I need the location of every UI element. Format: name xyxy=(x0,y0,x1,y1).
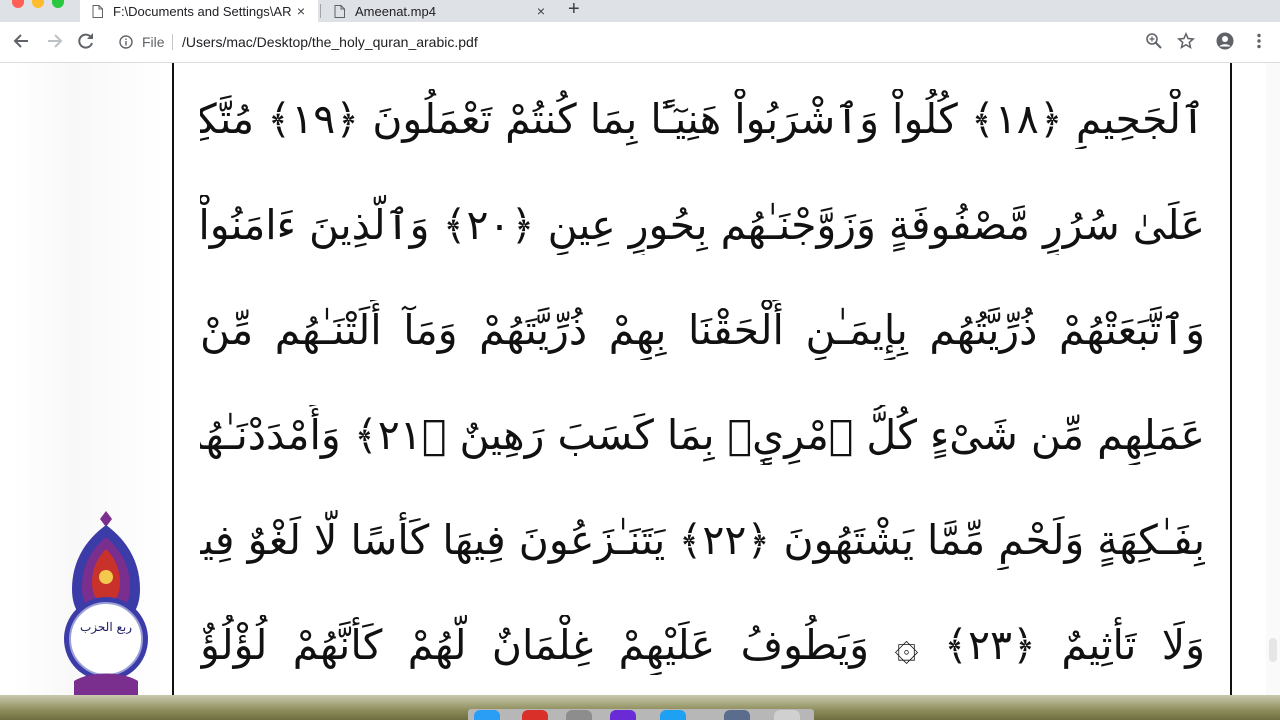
scrollbar-thumb[interactable] xyxy=(1269,638,1277,662)
url-text[interactable]: /Users/mac/Desktop/the_holy_quran_arabic… xyxy=(182,34,478,50)
address-bar[interactable]: File /Users/mac/Desktop/the_holy_quran_a… xyxy=(108,28,1208,56)
verse-line: عَلَىٰ سُرُرٍ مَّصْفُوفَةٍ وَزَوَّجْنَـٰ… xyxy=(200,201,1205,249)
tab-divider xyxy=(320,4,321,18)
scheme-label: File xyxy=(142,34,165,50)
hizb-marker-ornament-icon xyxy=(64,511,148,695)
browser-toolbar: File /Users/mac/Desktop/the_holy_quran_a… xyxy=(0,22,1280,63)
menu-icon[interactable] xyxy=(1250,32,1268,50)
info-icon[interactable] xyxy=(119,35,133,49)
close-window-button[interactable] xyxy=(12,0,24,8)
app-dock-icon[interactable] xyxy=(724,710,750,720)
tab-pdf-document[interactable]: F:\Documents and Settings\AR × xyxy=(80,0,318,22)
app-dock-icon[interactable] xyxy=(660,710,686,720)
close-tab-icon[interactable]: × xyxy=(294,3,308,19)
zoom-window-button[interactable] xyxy=(52,0,64,8)
scrollbar[interactable] xyxy=(1266,63,1280,695)
app-dock-icon[interactable] xyxy=(566,710,592,720)
app-dock-icon[interactable] xyxy=(774,710,800,720)
verse-line: عَمَلِهِم مِّن شَىْءٍ كُلُّ ٱمْرِىٍٕۭ بِ… xyxy=(200,411,1205,459)
minimize-window-button[interactable] xyxy=(32,0,44,8)
account-icon[interactable] xyxy=(1216,32,1234,50)
back-arrow-icon[interactable] xyxy=(11,30,33,52)
verse-line: ٱلْجَحِيمِ ﴿١٨﴾ كُلُواْ وَٱشْرَبُواْ هَن… xyxy=(200,95,1205,143)
verse-line: وَٱتَّبَعَتْهُمْ ذُرِّيَّتُهُم بِإِيمَـٰ… xyxy=(200,306,1205,354)
quran-page-frame: ٱلْجَحِيمِ ﴿١٨﴾ كُلُواْ وَٱشْرَبُواْ هَن… xyxy=(172,63,1232,695)
app-dock-icon[interactable] xyxy=(610,710,636,720)
verse-line: بِفَـٰكِهَةٍ وَلَحْمٍ مِّمَّا يَشْتَهُون… xyxy=(200,516,1205,564)
app-dock-icon[interactable] xyxy=(522,710,548,720)
pdf-viewer[interactable]: ٱلْجَحِيمِ ﴿١٨﴾ كُلُواْ وَٱشْرَبُواْ هَن… xyxy=(0,63,1280,695)
document-icon xyxy=(334,4,345,18)
tab-title: Ameenat.mp4 xyxy=(355,3,436,19)
dock xyxy=(468,709,814,720)
zoom-icon[interactable] xyxy=(1145,32,1163,50)
tab-video[interactable]: Ameenat.mp4 × xyxy=(322,0,558,22)
close-tab-icon[interactable]: × xyxy=(534,3,548,19)
tab-title: F:\Documents and Settings\AR xyxy=(113,3,292,19)
verse-line: وَلَا تَأْثِيمٌ ﴿٢٣﴾ ۞ وَيَطُوفُ عَلَيْه… xyxy=(200,621,1205,669)
reload-icon[interactable] xyxy=(75,30,97,52)
document-icon xyxy=(92,4,103,18)
address-divider xyxy=(172,34,173,50)
finder-dock-icon[interactable] xyxy=(474,710,500,720)
star-icon[interactable] xyxy=(1177,32,1195,50)
hizb-marker-label: ربع الحزب xyxy=(80,620,132,634)
tab-strip: F:\Documents and Settings\AR × Ameenat.m… xyxy=(0,0,1280,22)
new-tab-button[interactable]: + xyxy=(568,0,580,21)
forward-arrow-icon[interactable] xyxy=(43,30,65,52)
